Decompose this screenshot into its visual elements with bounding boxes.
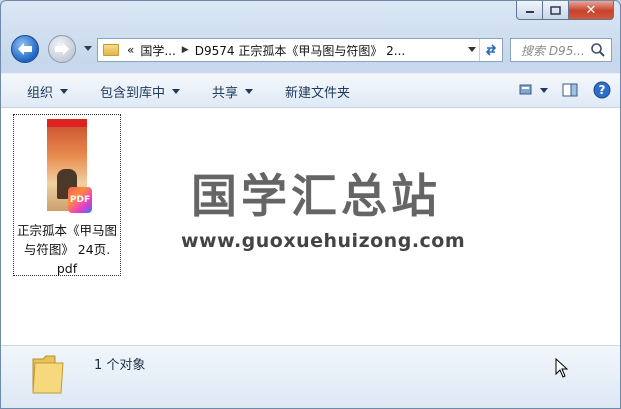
forward-button[interactable] <box>48 35 76 63</box>
recent-pages-dropdown[interactable] <box>84 46 92 51</box>
breadcrumb-item[interactable]: D9574 正宗孤本《甲马图与符图》 2... <box>195 42 406 59</box>
address-dropdown[interactable] <box>468 47 476 52</box>
folder-icon <box>103 44 119 56</box>
file-list[interactable]: PDF 正宗孤本《甲马图 与符图》 24页. pdf 国学汇总站 www.guo… <box>1 107 620 346</box>
change-view-button[interactable] <box>516 79 550 101</box>
details-pane: 1 个对象 <box>1 345 620 408</box>
include-in-library-label: 包含到库中 <box>100 85 166 101</box>
item-count: 1 个对象 <box>94 358 146 373</box>
file-name-line: 正宗孤本《甲马图 <box>16 223 117 238</box>
minimize-icon <box>525 11 534 13</box>
back-button[interactable] <box>11 35 39 63</box>
maximize-icon <box>550 5 561 15</box>
help-button[interactable]: ? <box>590 79 614 101</box>
maximize-button[interactable] <box>543 1 569 20</box>
toolbar-right: ? <box>508 79 614 101</box>
organize-label: 组织 <box>27 85 54 101</box>
file-item[interactable]: PDF 正宗孤本《甲马图 与符图》 24页. pdf <box>13 114 121 276</box>
new-folder-label: 新建文件夹 <box>285 85 351 101</box>
search-placeholder: 搜索 D95... <box>521 43 585 58</box>
chevron-right-icon[interactable]: ▶ <box>182 45 189 55</box>
address-bar[interactable]: « 国学... ▶ D9574 正宗孤本《甲马图与符图》 2... <box>97 38 503 62</box>
svg-text:?: ? <box>599 83 606 97</box>
watermark: 国学汇总站 www.guoxuehuizong.com <box>181 160 466 252</box>
navigation-bar: « 国学... ▶ D9574 正宗孤本《甲马图与符图》 2... 搜索 D95… <box>1 34 620 66</box>
share-label: 共享 <box>212 85 239 101</box>
preview-pane-button[interactable] <box>558 79 582 101</box>
view-icon <box>519 84 548 95</box>
close-icon: ✕ <box>585 2 597 18</box>
command-bar: 组织 包含到库中 共享 新建文件夹 ? <box>1 73 620 108</box>
folder-icon <box>32 355 64 394</box>
pdf-icon: PDF <box>68 187 92 213</box>
close-button[interactable]: ✕ <box>569 1 614 20</box>
new-folder-button[interactable]: 新建文件夹 <box>275 79 360 103</box>
breadcrumb-overflow[interactable]: « <box>127 43 134 57</box>
file-name[interactable]: 正宗孤本《甲马图 与符图》 24页. pdf <box>14 221 120 278</box>
watermark-title: 国学汇总站 <box>191 169 441 223</box>
refresh-button[interactable] <box>479 39 502 61</box>
include-in-library-menu[interactable]: 包含到库中 <box>90 79 190 103</box>
file-name-line: pdf <box>56 261 78 276</box>
arrow-left-icon <box>18 43 32 55</box>
share-menu[interactable]: 共享 <box>202 79 263 103</box>
arrow-right-icon <box>55 43 69 55</box>
search-icon <box>591 43 605 57</box>
breadcrumb-item[interactable]: 国学... <box>140 42 175 59</box>
organize-menu[interactable]: 组织 <box>17 79 78 103</box>
watermark-url: www.guoxuehuizong.com <box>181 230 466 252</box>
chevron-down-icon <box>60 88 69 94</box>
refresh-icon <box>485 44 497 56</box>
preview-pane-icon <box>562 83 578 97</box>
caption-buttons: ✕ <box>516 1 614 20</box>
minimize-button[interactable] <box>516 1 543 20</box>
file-name-line: 与符图》 24页. <box>23 242 111 257</box>
mouse-cursor-icon <box>555 358 569 378</box>
help-icon: ? <box>593 81 611 99</box>
chevron-down-icon <box>245 88 254 94</box>
explorer-window: ✕ « 国学... ▶ D9574 正宗孤本《甲马图与符图》 2... 搜索 D… <box>0 0 621 409</box>
search-input[interactable]: 搜索 D95... <box>510 38 612 62</box>
chevron-down-icon <box>172 88 181 94</box>
